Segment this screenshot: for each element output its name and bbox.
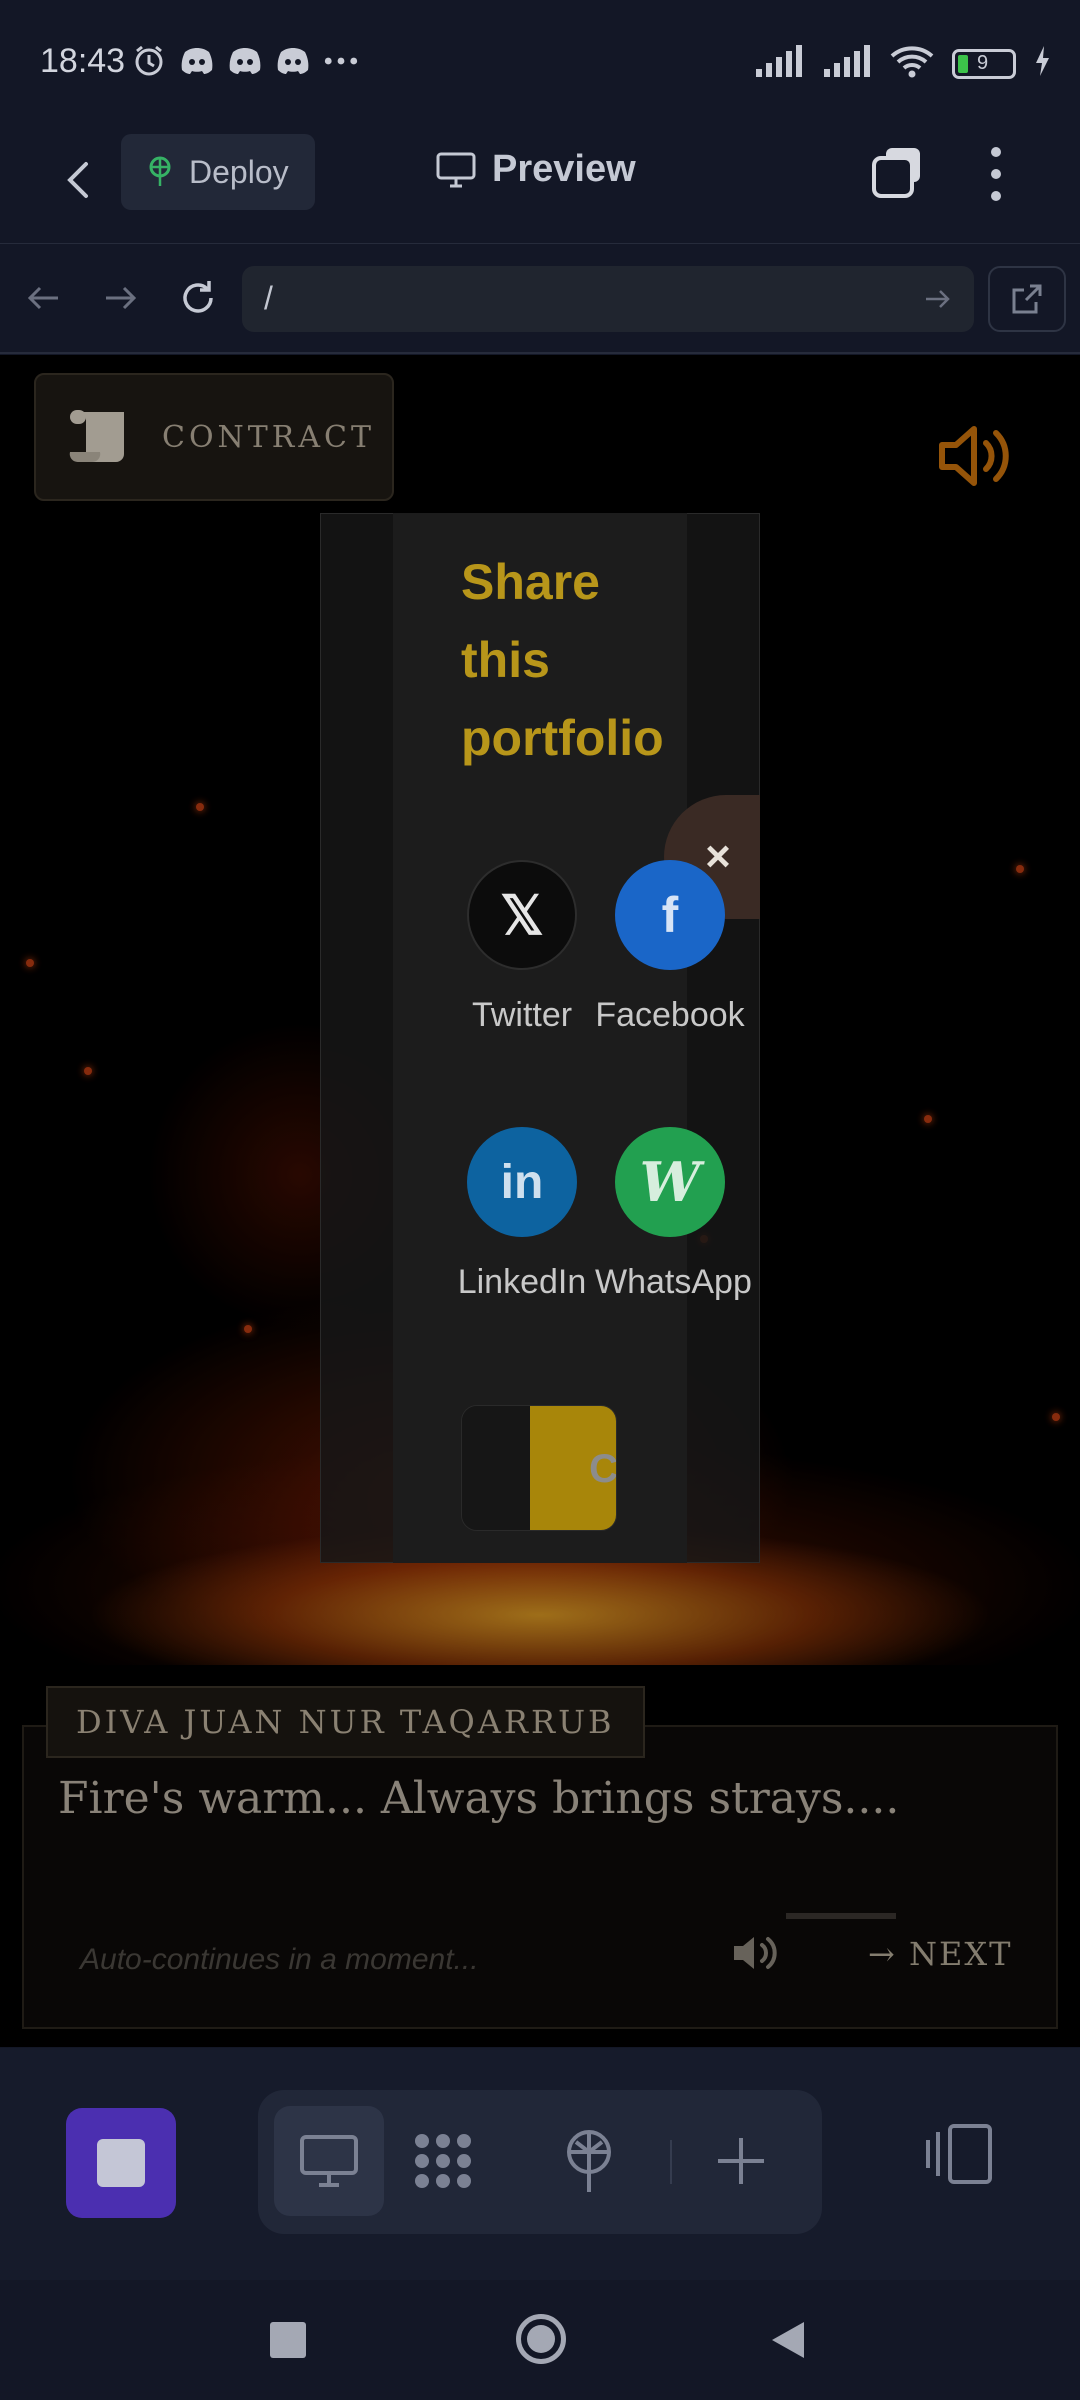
signal-icon <box>754 45 804 82</box>
system-nav-bar <box>0 2280 1080 2400</box>
add-button[interactable] <box>686 2106 796 2216</box>
speaker-icon <box>734 1937 777 1969</box>
ember <box>26 959 34 967</box>
share-facebook-label: Facebook <box>595 996 745 1034</box>
dialogue-text: Fire's warm... Always brings strays.... <box>58 1773 900 1824</box>
more-menu-button[interactable] <box>985 144 1007 204</box>
status-time: 18:43 <box>40 42 126 80</box>
recents-button[interactable] <box>270 2322 306 2358</box>
share-linkedin-label: LinkedIn <box>457 1263 587 1301</box>
copy-button-left <box>462 1406 530 1530</box>
triangle-back-icon <box>772 2322 804 2358</box>
volume-icon <box>939 426 1009 486</box>
voice-button[interactable] <box>732 1933 782 1973</box>
auto-continue-hint: Auto-continues in a moment... <box>80 1943 479 1976</box>
status-bar: 18:43 9 <box>0 0 1080 120</box>
reload-button[interactable] <box>178 278 218 318</box>
preview-view-button[interactable] <box>274 2106 384 2216</box>
go-arrow-icon <box>926 290 950 308</box>
discord-icon <box>180 44 214 78</box>
share-whatsapp-button[interactable]: W WhatsApp <box>595 1127 752 1302</box>
tabs-button[interactable] <box>870 144 926 200</box>
status-notification-icons <box>132 44 358 78</box>
speaker-name: DIVA JUAN NUR TAQARRUB <box>46 1686 645 1758</box>
kebab-icon <box>991 147 1001 201</box>
whatsapp-logo-icon: W <box>615 1127 725 1237</box>
url-bar: / <box>0 244 1080 354</box>
signal-icon <box>822 45 872 82</box>
external-link-icon <box>1012 284 1042 314</box>
deploy-button[interactable]: Deploy <box>121 134 315 210</box>
web-content: CONTRACT DIVA JUAN NUR TAQARRUB Fire's w… <box>0 355 1080 2047</box>
discord-icon <box>228 44 262 78</box>
home-button[interactable] <box>516 2314 566 2364</box>
share-twitter-label: Twitter <box>471 996 573 1034</box>
wifi-icon <box>890 44 934 83</box>
monitor-icon <box>436 152 476 187</box>
monitor-icon <box>300 2135 358 2187</box>
view-switcher <box>258 2090 822 2234</box>
preview-tab[interactable]: Preview <box>436 148 636 191</box>
open-external-button[interactable] <box>988 266 1066 332</box>
ember <box>1052 1413 1060 1421</box>
grid-dots-icon <box>415 2134 471 2188</box>
nav-forward-button[interactable] <box>100 278 140 318</box>
dialogue-box <box>22 1725 1058 2029</box>
url-input[interactable]: / <box>242 266 974 332</box>
copy-button-label: C <box>530 1406 616 1530</box>
share-modal-title: Share this portfolio <box>461 554 664 766</box>
sound-toggle-button[interactable] <box>936 421 1016 491</box>
device-rotate-icon <box>926 2124 992 2184</box>
charging-icon <box>1034 46 1050 81</box>
nav-back-button[interactable] <box>24 278 64 318</box>
facebook-logo-icon: f <box>615 860 725 970</box>
share-facebook-button[interactable]: f Facebook <box>595 860 745 1035</box>
share-twitter-button[interactable]: 𝕏 Twitter <box>447 860 597 1035</box>
battery-level: 9 <box>977 51 989 74</box>
url-text: / <box>264 280 273 316</box>
app-toolbar: Deploy Preview <box>0 120 1080 244</box>
ember <box>84 1067 92 1075</box>
share-linkedin-button[interactable]: in LinkedIn <box>447 1127 597 1302</box>
ember <box>924 1115 932 1123</box>
ember <box>244 1325 252 1333</box>
stop-icon <box>97 2139 145 2187</box>
back-button[interactable] <box>52 152 108 208</box>
share-whatsapp-label: WhatsApp <box>595 1263 752 1301</box>
status-system-icons: 9 <box>754 44 1050 83</box>
deploy-icon <box>567 2130 611 2192</box>
reload-icon <box>183 281 213 313</box>
divider <box>670 2140 672 2184</box>
linkedin-logo-icon: in <box>467 1127 577 1237</box>
deploy-label: Deploy <box>189 153 289 190</box>
contract-label: CONTRACT <box>162 419 376 455</box>
scroll-icon <box>69 410 124 463</box>
more-dots-icon <box>324 44 358 78</box>
contract-button[interactable]: CONTRACT <box>34 373 394 501</box>
ember <box>1016 865 1024 873</box>
preview-label: Preview <box>492 148 636 190</box>
x-logo-icon: 𝕏 <box>467 860 577 970</box>
stop-button[interactable] <box>66 2108 176 2218</box>
arrow-left-icon <box>27 286 58 310</box>
ember <box>196 803 204 811</box>
battery-icon: 9 <box>952 48 1016 79</box>
files-view-button[interactable] <box>388 2106 498 2216</box>
next-button[interactable]: → NEXT <box>868 1935 1012 1973</box>
deploy-icon <box>149 156 171 186</box>
arrow-right-icon <box>106 286 137 310</box>
bottom-app-bar <box>0 2048 1080 2280</box>
copy-link-button[interactable]: C <box>461 1405 617 1531</box>
plus-icon <box>718 2138 764 2184</box>
tabs-icon <box>872 148 920 198</box>
chevron-left-icon <box>67 162 88 198</box>
auto-progress-bar <box>786 1913 896 1919</box>
back-nav-button[interactable] <box>770 2320 806 2365</box>
deploy-view-button[interactable] <box>534 2106 644 2216</box>
device-toggle-button[interactable] <box>924 2116 1000 2192</box>
alarm-icon <box>132 44 166 78</box>
discord-icon <box>276 44 310 78</box>
home-icon <box>527 2325 555 2353</box>
